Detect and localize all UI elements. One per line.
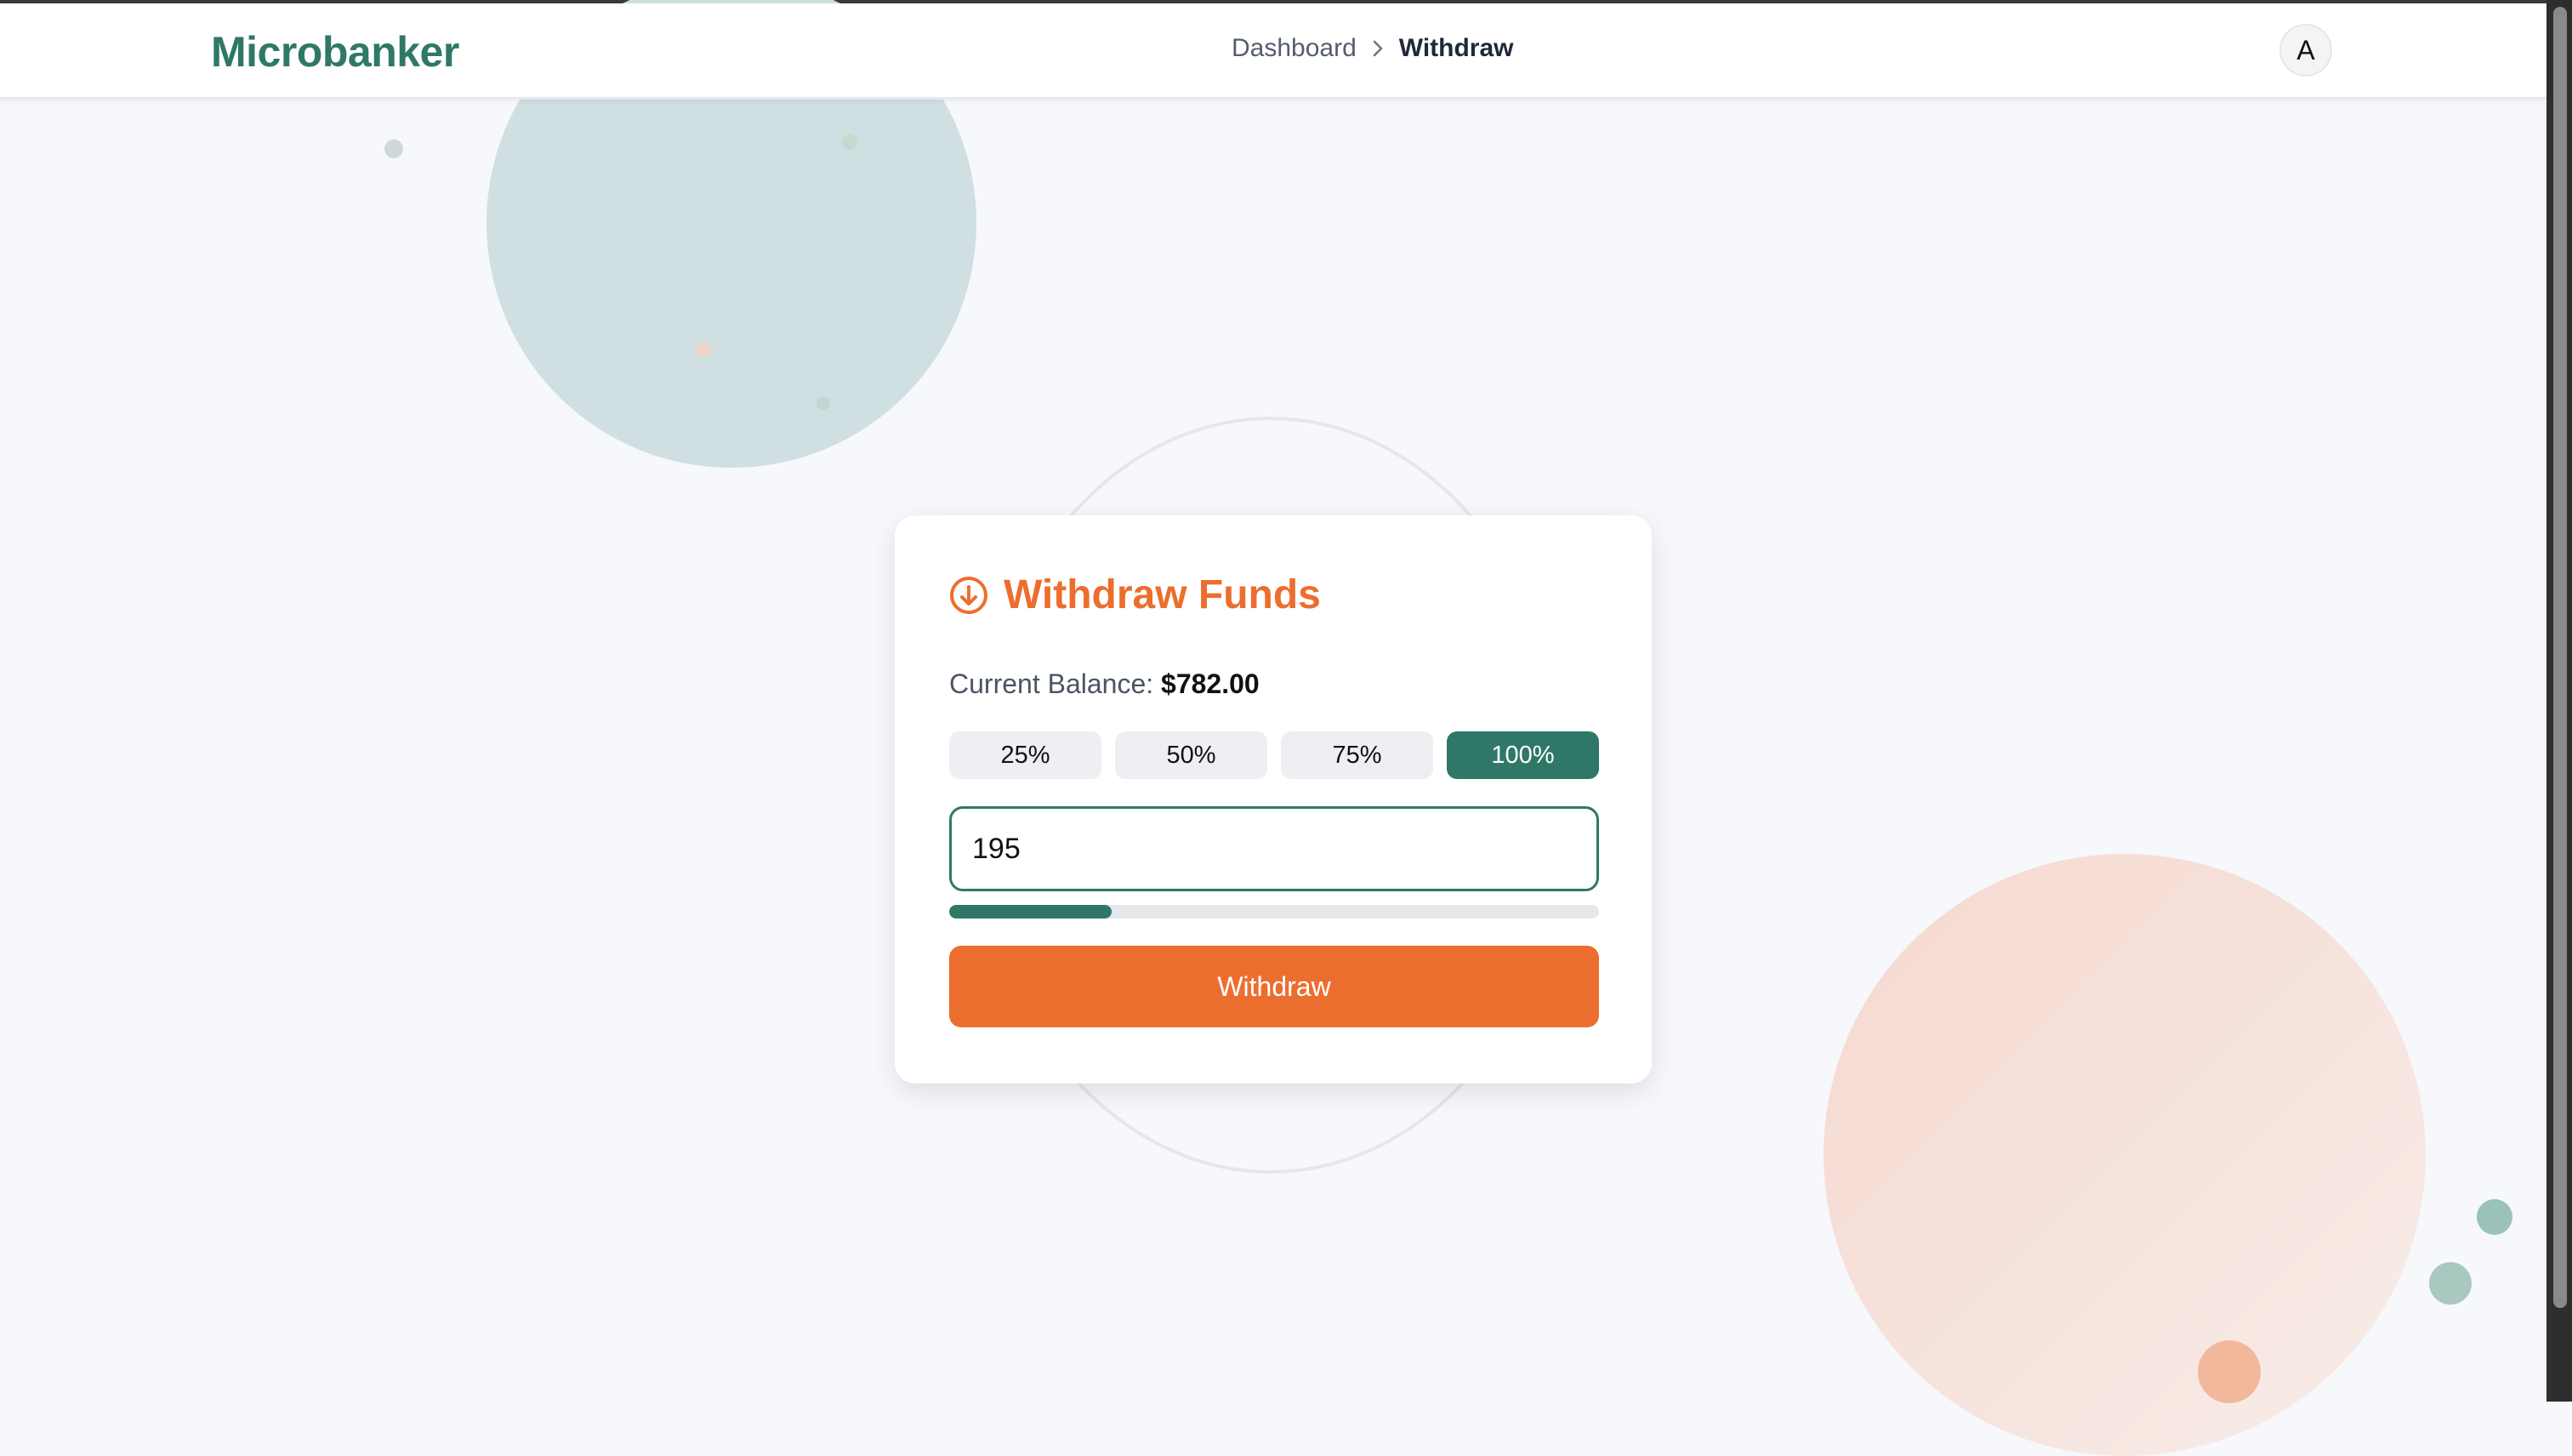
scrollbar-thumb[interactable] bbox=[2553, 7, 2567, 1308]
amount-input[interactable] bbox=[949, 806, 1599, 891]
decorative-dot bbox=[2198, 1340, 2261, 1403]
decorative-dot bbox=[696, 342, 711, 357]
withdraw-card: Withdraw Funds Current Balance: $782.00 … bbox=[895, 515, 1652, 1083]
percent-25-button[interactable]: 25% bbox=[949, 731, 1101, 779]
breadcrumb: Dashboard Withdraw bbox=[1232, 34, 1514, 63]
arrow-down-circle-icon bbox=[949, 576, 988, 615]
brand-logo[interactable]: Microbanker bbox=[211, 27, 459, 77]
breadcrumb-withdraw: Withdraw bbox=[1398, 34, 1514, 62]
current-balance: Current Balance: $782.00 bbox=[949, 668, 1260, 700]
decorative-dot bbox=[384, 139, 403, 158]
user-avatar[interactable]: A bbox=[2279, 24, 2332, 77]
card-title: Withdraw Funds bbox=[949, 572, 1321, 618]
chevron-right-icon bbox=[1370, 39, 1386, 58]
balance-value: $782.00 bbox=[1161, 668, 1260, 699]
withdraw-button[interactable]: Withdraw bbox=[949, 946, 1599, 1027]
percent-50-button[interactable]: 50% bbox=[1115, 731, 1267, 779]
decorative-dot bbox=[2477, 1199, 2512, 1235]
percent-100-button[interactable]: 100% bbox=[1447, 731, 1599, 779]
decorative-dot bbox=[817, 396, 830, 410]
top-navbar: Microbanker Dashboard Withdraw A bbox=[0, 3, 2546, 100]
balance-label: Current Balance: bbox=[949, 668, 1154, 699]
breadcrumb-dashboard[interactable]: Dashboard bbox=[1232, 34, 1357, 63]
withdraw-progress-bar bbox=[949, 905, 1599, 919]
page-title: Withdraw Funds bbox=[1004, 572, 1321, 617]
decorative-circle-peach bbox=[1824, 854, 2426, 1456]
progress-fill bbox=[949, 905, 1112, 919]
percent-75-button[interactable]: 75% bbox=[1281, 731, 1433, 779]
decorative-dot bbox=[2429, 1262, 2472, 1305]
decorative-dot bbox=[842, 134, 857, 150]
percent-selector: 25% 50% 75% 100% bbox=[949, 731, 1599, 779]
